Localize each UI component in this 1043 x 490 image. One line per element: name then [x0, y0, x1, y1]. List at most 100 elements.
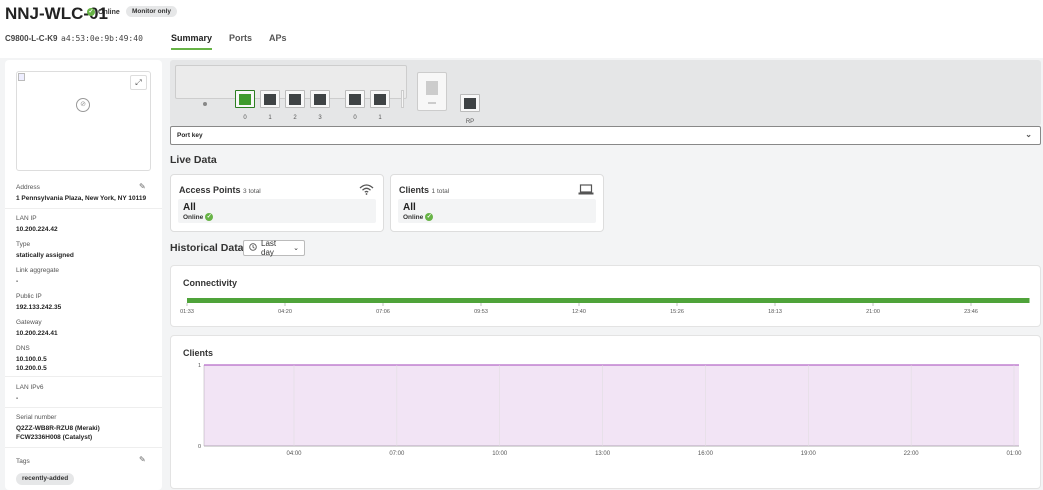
- clock-icon: [249, 243, 257, 253]
- port-number: 3: [318, 115, 322, 121]
- port-key-label: Port key: [177, 132, 203, 139]
- access-points-summary: All Online ✓: [178, 199, 376, 223]
- x-tick-label: 07:06: [376, 309, 390, 315]
- connectivity-segment: [561, 298, 656, 303]
- lan-ipv6-value: -: [16, 395, 19, 402]
- clients-label: Clients: [399, 185, 430, 195]
- type-label: Type: [16, 241, 31, 248]
- tab-summary[interactable]: Summary: [171, 33, 213, 50]
- details-sidebar: ⤢ ⊘ Address 1 Pennsylvania Plaza, New Yo…: [5, 60, 162, 490]
- x-tick-label: 09:53: [474, 309, 488, 315]
- time-range-dropdown[interactable]: Last day ⌄: [243, 239, 305, 257]
- rp-port[interactable]: [460, 94, 480, 112]
- access-points-card[interactable]: Access Points 3 total All Online ✓: [170, 174, 384, 232]
- lan-ip-field: LAN IP 10.200.224.42: [16, 215, 58, 234]
- connectivity-segment: [187, 298, 282, 303]
- serial-value: Q2ZZ-WB8R-RZU8 (Meraki): [16, 425, 100, 432]
- laptop-icon: [578, 184, 594, 198]
- clients-card[interactable]: Clients 1 total All Online ✓: [390, 174, 604, 232]
- tag-chip[interactable]: recently-added: [16, 473, 75, 485]
- status-indicator: ✓ Online: [87, 8, 120, 16]
- gateway-field: Gateway 10.200.224.41: [16, 319, 58, 338]
- x-tick-label: 10:00: [492, 451, 508, 457]
- connectivity-segment: [374, 298, 469, 303]
- lan-ip-label: LAN IP: [16, 215, 37, 222]
- device-header: NNJ-WLC-01 ✓ Online Monitor only C9800-L…: [0, 0, 1043, 60]
- tab-ports[interactable]: Ports: [229, 33, 252, 50]
- broken-image-icon: [18, 73, 25, 81]
- port[interactable]: [235, 90, 255, 108]
- online-label: Online: [183, 213, 204, 221]
- check-circle-icon: ✓: [87, 8, 95, 16]
- x-tick-label: 21:00: [866, 309, 880, 315]
- x-tick-label: 15:26: [670, 309, 684, 315]
- port-number: 0: [243, 115, 247, 121]
- x-tick-label: 04:20: [278, 309, 292, 315]
- connectivity-segment: [841, 298, 936, 303]
- port-number: 0: [353, 115, 357, 121]
- serial-value: FCW2336H008 (Catalyst): [16, 434, 93, 441]
- port[interactable]: [285, 90, 305, 108]
- chevron-down-icon: ⌄: [293, 245, 299, 252]
- edit-tags-icon[interactable]: ✎: [139, 455, 146, 464]
- rp-label: RP: [465, 119, 475, 125]
- x-tick-label: 04:00: [286, 451, 302, 457]
- port[interactable]: [370, 90, 390, 108]
- address-value: 1 Pennsylvania Plaza, New York, NY 10119: [16, 195, 147, 202]
- mac-address: a4:53:0e:9b:49:40: [61, 34, 143, 43]
- check-circle-icon: ✓: [425, 213, 434, 221]
- x-tick-label: 01:00: [1006, 451, 1022, 457]
- gateway-label: Gateway: [16, 319, 42, 326]
- access-points-count: 3 total: [243, 188, 261, 195]
- public-ip-label: Public IP: [16, 293, 42, 300]
- online-label: Online: [403, 213, 424, 221]
- x-tick-label: 23:46: [964, 309, 978, 315]
- port-divider: [401, 90, 404, 108]
- address-field: Address 1 Pennsylvania Plaza, New York, …: [16, 184, 151, 203]
- port[interactable]: [310, 90, 330, 108]
- divider: [5, 376, 162, 377]
- lan-ip-value: 10.200.224.42: [16, 226, 58, 233]
- lan-ipv6-field: LAN IPv6 -: [16, 384, 43, 403]
- gateway-value: 10.200.224.41: [16, 330, 58, 337]
- expand-icon[interactable]: ⤢: [130, 75, 147, 90]
- clients-area: [204, 365, 1019, 446]
- dns-value: 10.100.0.5: [16, 356, 47, 363]
- divider: [5, 447, 162, 448]
- serial-label: Serial number: [16, 414, 57, 421]
- ports-panel: 0 1 2 3 0 1 RP: [170, 60, 1041, 126]
- port[interactable]: [260, 90, 280, 108]
- monitor-only-badge: Monitor only: [126, 6, 177, 17]
- status-text: Online: [98, 8, 120, 16]
- clients-count: 1 total: [431, 188, 450, 195]
- live-data-heading: Live Data: [170, 154, 217, 166]
- x-tick-label: 16:00: [698, 451, 714, 457]
- clients-plot: 0 1 04:00 07:00 10:00 13:00 16:00 19:00 22:00 01:…: [198, 363, 1022, 457]
- y-tick-label: 1: [198, 363, 201, 369]
- public-ip-field: Public IP 192.133.242.35: [16, 293, 61, 312]
- clients-title: Clients 1 total: [399, 185, 449, 195]
- y-tick-label: 0: [198, 444, 201, 450]
- port[interactable]: [345, 90, 365, 108]
- model-number: C9800-L-C-K9: [5, 34, 58, 43]
- time-range-value: Last day: [261, 239, 277, 257]
- tab-aps[interactable]: APs: [269, 33, 287, 50]
- x-tick-label: 13:00: [595, 451, 611, 457]
- edit-address-icon[interactable]: ✎: [139, 182, 146, 191]
- clients-chart: Clients 0 1 04:00 07:00 10:00 13:00 16:00 19:00…: [170, 335, 1041, 489]
- tags-field: Tags: [16, 458, 30, 468]
- port-number: 1: [378, 115, 382, 121]
- port-key-toggle[interactable]: Port key ⌄: [170, 126, 1041, 145]
- clients-online: Online ✓: [403, 213, 434, 221]
- port-number: 2: [293, 115, 297, 121]
- connectivity-segment: [748, 298, 843, 303]
- main-content: ⤢ ⊘ Address 1 Pennsylvania Plaza, New Yo…: [0, 58, 1043, 490]
- access-points-online: Online ✓: [183, 213, 214, 221]
- port-number: 1: [268, 115, 272, 121]
- type-field: Type statically assigned: [16, 241, 74, 260]
- link-aggregate-label: Link aggregate: [16, 267, 60, 274]
- divider: [5, 407, 162, 408]
- access-points-label: Access Points: [179, 185, 241, 195]
- divider: [5, 208, 162, 209]
- tab-bar: Summary Ports APs: [171, 33, 287, 50]
